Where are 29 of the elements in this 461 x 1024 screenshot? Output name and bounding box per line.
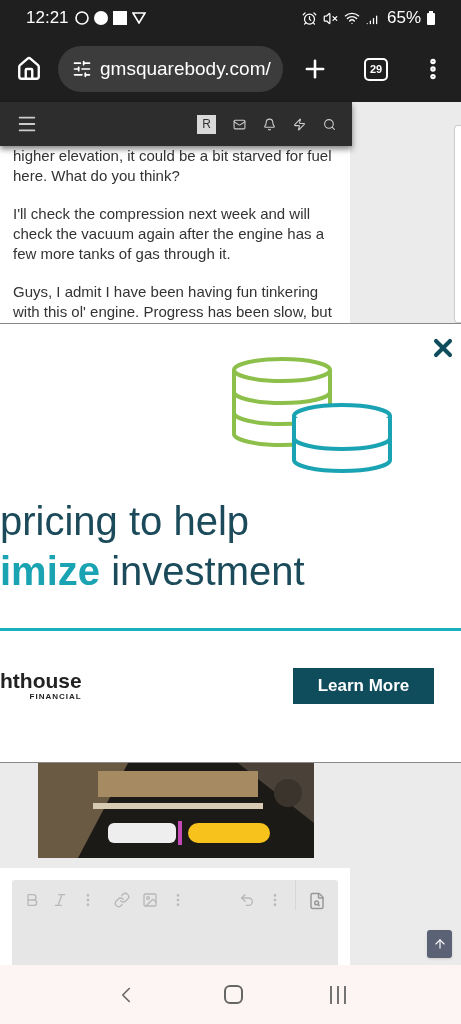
- wifi-icon: [343, 10, 360, 26]
- home-icon[interactable]: [16, 56, 42, 82]
- arrow-up-icon[interactable]: [432, 937, 447, 951]
- learn-more-button[interactable]: Learn More: [293, 668, 434, 704]
- triangle-icon: [131, 12, 146, 24]
- bell-icon[interactable]: [263, 117, 276, 131]
- battery-level: 65%: [386, 7, 421, 30]
- ad-headline: pricing to help: [0, 498, 250, 545]
- search-icon[interactable]: [323, 117, 336, 131]
- url-text: gmsquarebody.com/: [100, 56, 271, 81]
- recent-apps-button[interactable]: [328, 984, 349, 1005]
- bolt-icon[interactable]: [293, 117, 306, 131]
- status-time: 12:21: [26, 7, 69, 30]
- home-nav-button[interactable]: [224, 985, 243, 1004]
- scroll-top-button[interactable]: [427, 930, 452, 958]
- brand-subtitle: FINANCIAL: [29, 692, 82, 702]
- avatar[interactable]: R: [197, 114, 216, 134]
- brand-logo: hthouse: [0, 670, 82, 692]
- tab-count-button[interactable]: 29: [364, 57, 388, 81]
- mute-icon: [322, 10, 338, 26]
- ad-headline: imize investment: [0, 548, 305, 595]
- post-paragraph: I'll check the compression next week and will check the vacuum again after the engine has a few more tanks of gas through it.: [13, 204, 326, 264]
- alarm-icon: [301, 10, 317, 26]
- post-paragraph: Guys, I admit I have been having fun tinkering with this ol' engine. Progress has been slow, but: [13, 282, 333, 322]
- battery-icon: [427, 11, 435, 25]
- address-bar[interactable]: gmsquarebody.com/: [58, 46, 283, 92]
- mail-icon[interactable]: [233, 117, 246, 131]
- site-settings-icon[interactable]: [72, 59, 92, 79]
- post-paragraph: higher elevation, it could be a bit starved for fuel here. What do you think?: [13, 146, 333, 186]
